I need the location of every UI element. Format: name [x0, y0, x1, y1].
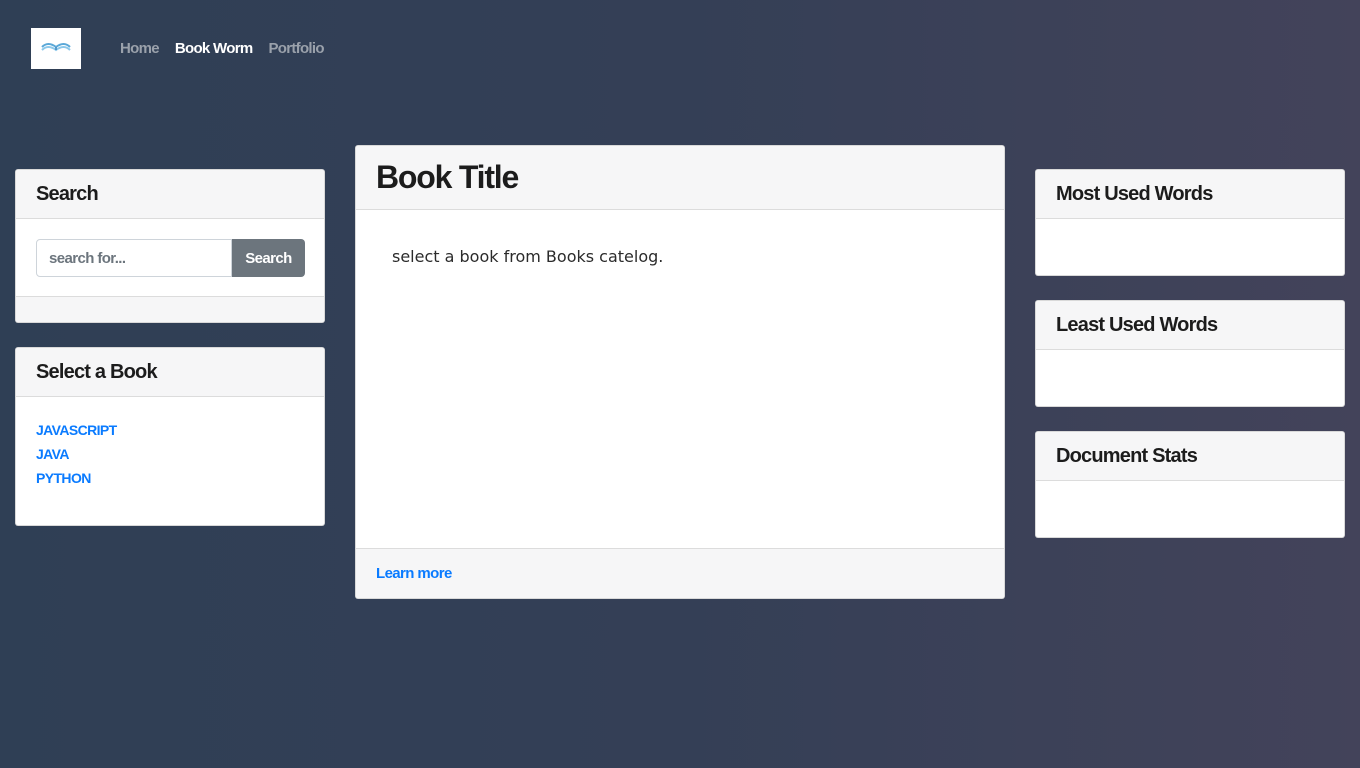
search-card: Search Search — [15, 169, 325, 323]
book-title: Book Title — [356, 146, 1004, 210]
book-select-card: Select a Book JAVASCRIPT JAVA PYTHON — [15, 347, 325, 526]
search-card-footer — [16, 296, 324, 322]
most-used-words-title: Most Used Words — [1036, 170, 1344, 219]
search-input[interactable] — [36, 239, 232, 277]
most-used-words-card: Most Used Words — [1035, 169, 1345, 276]
document-stats-title: Document Stats — [1036, 432, 1344, 481]
nav-link-portfolio[interactable]: Portfolio — [268, 40, 324, 57]
brand-logo[interactable] — [31, 28, 81, 69]
book-list: JAVASCRIPT JAVA PYTHON — [36, 418, 117, 490]
nav-link-book-worm[interactable]: Book Worm — [175, 40, 253, 57]
book-content-footer: Learn more — [356, 548, 1004, 598]
navbar: Home Book Worm Portfolio — [31, 28, 340, 69]
least-used-words-title: Least Used Words — [1036, 301, 1344, 350]
search-button[interactable]: Search — [232, 239, 305, 277]
book-content-text: select a book from Books catelog. — [392, 247, 664, 266]
learn-more-link[interactable]: Learn more — [376, 565, 452, 582]
nav-links: Home Book Worm Portfolio — [120, 40, 340, 57]
open-book-icon — [40, 39, 72, 58]
document-stats-card: Document Stats — [1035, 431, 1345, 538]
book-link-java[interactable]: JAVA — [36, 442, 117, 466]
book-link-python[interactable]: PYTHON — [36, 466, 117, 490]
search-form: Search — [36, 239, 305, 277]
nav-link-home[interactable]: Home — [120, 40, 160, 57]
book-select-title: Select a Book — [16, 348, 324, 397]
book-link-javascript[interactable]: JAVASCRIPT — [36, 418, 117, 442]
least-used-words-card: Least Used Words — [1035, 300, 1345, 407]
search-card-title: Search — [16, 170, 324, 219]
book-content-card: Book Title select a book from Books cate… — [355, 145, 1005, 599]
